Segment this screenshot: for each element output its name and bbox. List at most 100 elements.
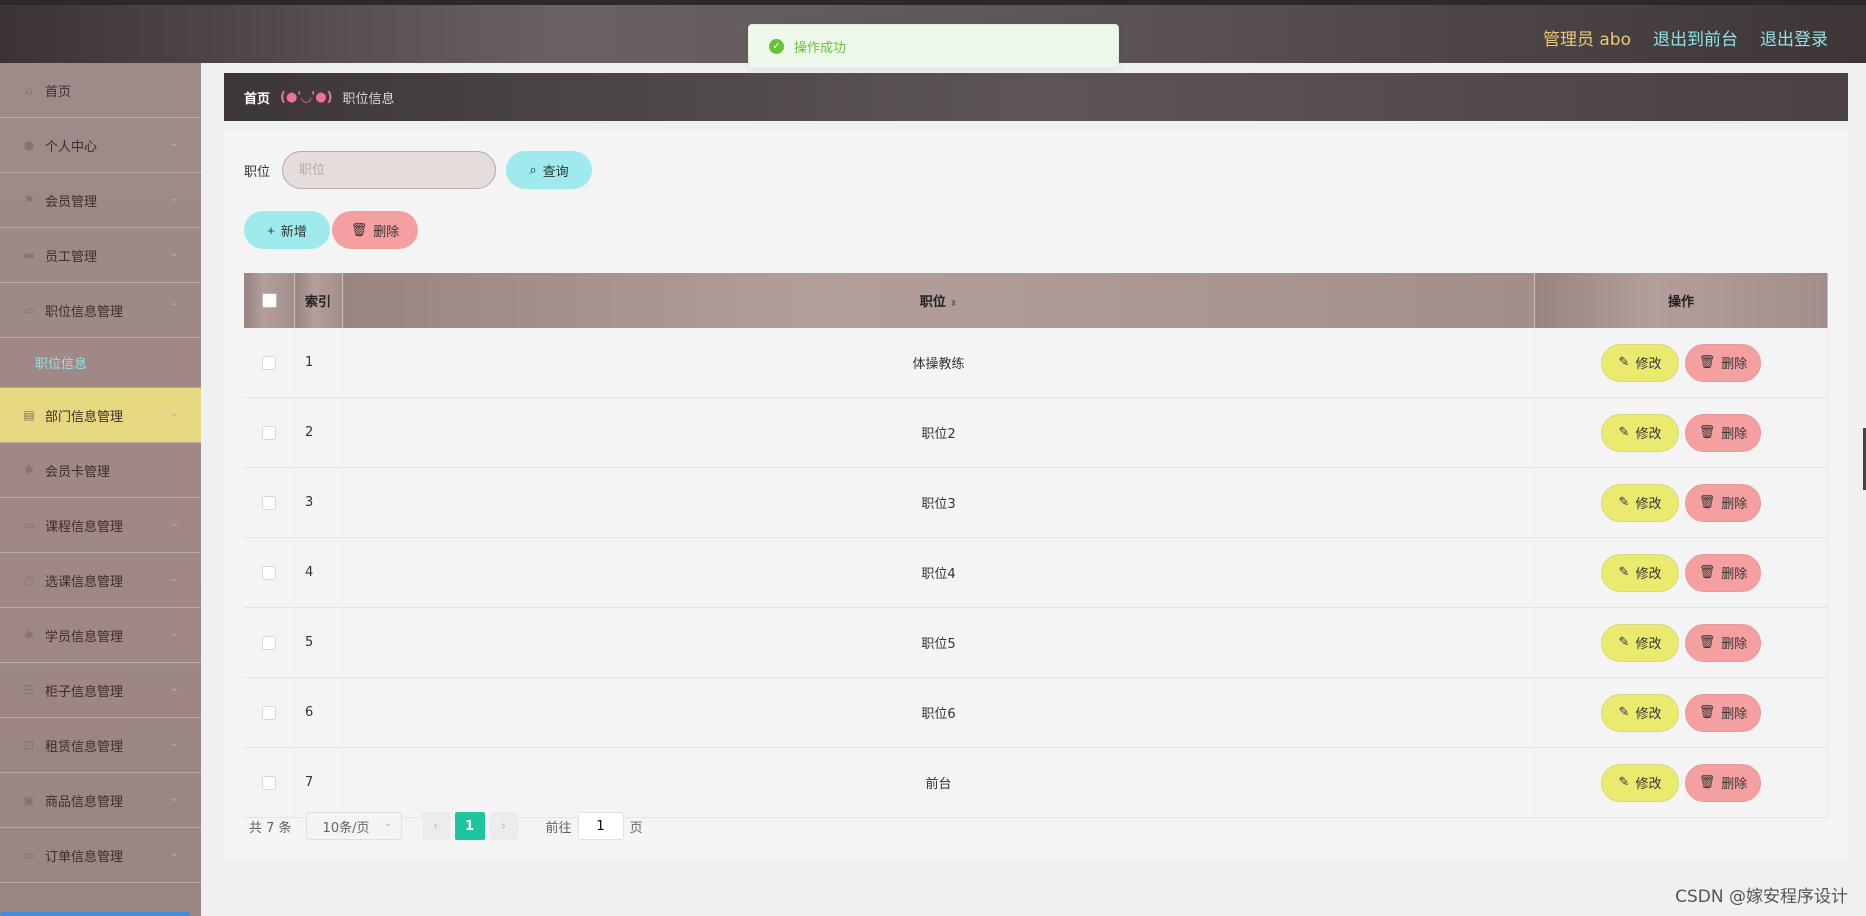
home-icon: ⌂ <box>25 83 33 97</box>
page-number-1[interactable]: 1 <box>454 812 485 840</box>
sidebar-item-home[interactable]: ⌂ 首页 <box>0 63 201 118</box>
batch-delete-button[interactable]: 🗑 删除 <box>332 211 418 249</box>
edit-button-label: 修改 <box>1635 777 1662 792</box>
row-checkbox[interactable] <box>262 635 276 650</box>
chevron-down-icon: ⌄ <box>384 818 393 829</box>
row-checkbox-cell <box>244 397 295 468</box>
column-header-position-label: 职位 <box>919 295 946 310</box>
row-checkbox[interactable] <box>262 355 276 370</box>
chevron-down-icon: ⌄ <box>169 681 179 694</box>
sort-icon[interactable]: ⬍ <box>950 299 958 309</box>
sidebar-item-label: 个人中心 <box>45 139 98 155</box>
sidebar-item-label: 选课信息管理 <box>45 574 124 590</box>
breadcrumb-home[interactable]: 首页 <box>244 88 270 107</box>
tv-icon: ▭ <box>23 848 35 862</box>
lock-icon: ⊡ <box>23 738 35 752</box>
table-row: 5 职位5 ✎ 修改 🗑 删除 <box>244 607 1828 678</box>
edit-button[interactable]: ✎ 修改 <box>1601 763 1679 802</box>
row-delete-label: 删除 <box>1721 637 1748 652</box>
trash-icon: 🗑 <box>1698 705 1716 720</box>
top-links: 管理员 abo 退出到前台 退出登录 <box>1543 25 1828 50</box>
breadcrumb-separator: (●'◡'●) <box>280 89 333 105</box>
sidebar-item-student-management[interactable]: ✱ 学员信息管理 ⌄ <box>0 608 201 663</box>
list-icon: ☰ <box>23 683 35 697</box>
sidebar-item-staff[interactable]: ▬ 员工管理 ⌄ <box>0 228 201 283</box>
row-delete-label: 删除 <box>1721 707 1748 722</box>
main-panel: 职位 ⌕ 查询 + 新增 🗑 删除 索引 职位⬍ 操作 1体操教练✎修改🗑删除2… <box>224 131 1848 859</box>
row-delete-button[interactable]: 🗑 删除 <box>1685 483 1761 522</box>
table-header-row: 索引 职位 ⬍ 操作 <box>244 273 1828 328</box>
breadcrumb: 首页 (●'◡'●) 职位信息 <box>224 73 1848 121</box>
sidebar-item-label: 商品信息管理 <box>45 794 124 810</box>
row-actions: ✎ 修改 🗑 删除 <box>1534 467 1828 538</box>
sidebar-item-member-card[interactable]: ✱ 会员卡管理 <box>0 443 201 498</box>
row-checkbox[interactable] <box>262 775 276 790</box>
sidebar-item-label: 租赁信息管理 <box>45 739 124 755</box>
chevron-up-icon: ⌃ <box>169 301 179 314</box>
row-checkbox-cell <box>244 467 295 538</box>
sidebar-item-members[interactable]: ⚑ 会员管理 ⌄ <box>0 173 201 228</box>
column-header-position[interactable]: 职位 ⬍ <box>342 273 1535 328</box>
pagination-total: 共 7 条 <box>249 820 292 836</box>
position-search-input[interactable] <box>282 151 497 189</box>
goto-page-input[interactable] <box>577 812 624 840</box>
page-size-select[interactable]: 10条/页 ⌄ <box>305 812 402 840</box>
row-actions: ✎ 修改 🗑 删除 <box>1534 397 1828 468</box>
sidebar-scrollbar[interactable] <box>0 912 190 916</box>
back-to-front-link[interactable]: 退出到前台 <box>1653 25 1738 50</box>
row-checkbox[interactable] <box>262 705 276 720</box>
sidebar-item-course-selection[interactable]: ◷ 选课信息管理 ⌄ <box>0 553 201 608</box>
logout-link[interactable]: 退出登录 <box>1760 25 1828 50</box>
sidebar-item-goods-management[interactable]: ▣ 商品信息管理 ⌄ <box>0 773 201 828</box>
edit-icon: ✎ <box>1618 705 1630 720</box>
edit-button[interactable]: ✎ 修改 <box>1601 693 1679 732</box>
row-delete-button[interactable]: 🗑 删除 <box>1685 553 1761 592</box>
delete-button-label: 删除 <box>373 223 400 239</box>
row-delete-button[interactable]: 🗑 删除 <box>1685 623 1761 662</box>
row-delete-button[interactable]: 🗑 删除 <box>1685 693 1761 732</box>
trash-icon: 🗑 <box>350 222 368 237</box>
sidebar-item-label: 职位信息管理 <box>45 304 124 320</box>
edit-button-label: 修改 <box>1635 637 1662 652</box>
next-page-button[interactable]: › <box>489 812 518 840</box>
add-button[interactable]: + 新增 <box>244 211 330 249</box>
sidebar-item-department-management[interactable]: ▤ 部门信息管理 ⌄ <box>0 388 201 443</box>
prev-page-button[interactable]: ‹ <box>421 812 450 840</box>
sidebar-subitem-position-info[interactable]: 职位信息 <box>0 338 201 388</box>
tv-icon: ▭ <box>23 518 35 532</box>
tv-icon: ▭ <box>23 303 35 317</box>
sidebar-item-label: 学员信息管理 <box>45 629 124 645</box>
sidebar-item-position-management[interactable]: ▭ 职位信息管理 ⌃ <box>0 283 201 338</box>
table-row: 2 职位2 ✎ 修改 🗑 删除 <box>244 397 1828 468</box>
edit-button[interactable]: ✎ 修改 <box>1601 483 1679 522</box>
row-checkbox[interactable] <box>262 495 276 510</box>
row-delete-button[interactable]: 🗑 删除 <box>1685 763 1761 802</box>
row-delete-button[interactable]: 🗑 删除 <box>1685 413 1761 452</box>
query-button[interactable]: ⌕ 查询 <box>506 151 593 189</box>
row-delete-label: 删除 <box>1721 777 1748 792</box>
sidebar-item-label: 课程信息管理 <box>45 519 124 535</box>
sidebar-item-rental-management[interactable]: ⊡ 租赁信息管理 ⌄ <box>0 718 201 773</box>
edit-button[interactable]: ✎ 修改 <box>1601 553 1679 592</box>
sidebar-item-order-management[interactable]: ▭ 订单信息管理 ⌄ <box>0 828 201 883</box>
sidebar-item-label: 会员管理 <box>45 194 98 210</box>
trash-icon: 🗑 <box>1698 425 1716 440</box>
row-delete-button[interactable]: 🗑 删除 <box>1685 343 1761 382</box>
row-checkbox[interactable] <box>262 565 276 580</box>
sidebar-item-locker-management[interactable]: ☰ 柜子信息管理 ⌄ <box>0 663 201 718</box>
breadcrumb-current: 职位信息 <box>342 91 395 107</box>
sidebar-item-course-management[interactable]: ▭ 课程信息管理 ⌄ <box>0 498 201 553</box>
edit-button[interactable]: ✎ 修改 <box>1601 413 1679 452</box>
pagination: 共 7 条 10条/页 ⌄ ‹ 1 › 前往 页 <box>249 812 643 840</box>
edit-button[interactable]: ✎ 修改 <box>1601 623 1679 662</box>
trash-icon: 🗑 <box>1698 565 1716 580</box>
box-icon: ▣ <box>23 793 35 807</box>
sidebar-item-personal-center[interactable]: ● 个人中心 ⌄ <box>0 118 201 173</box>
row-checkbox[interactable] <box>262 425 276 440</box>
edit-button[interactable]: ✎ 修改 <box>1601 343 1679 382</box>
select-all-checkbox[interactable] <box>261 293 277 308</box>
action-buttons: + 新增 🗑 删除 <box>244 211 418 249</box>
row-position: 职位5 <box>342 607 1535 678</box>
edit-icon: ✎ <box>1618 355 1630 370</box>
row-position: 职位3 <box>342 467 1535 538</box>
